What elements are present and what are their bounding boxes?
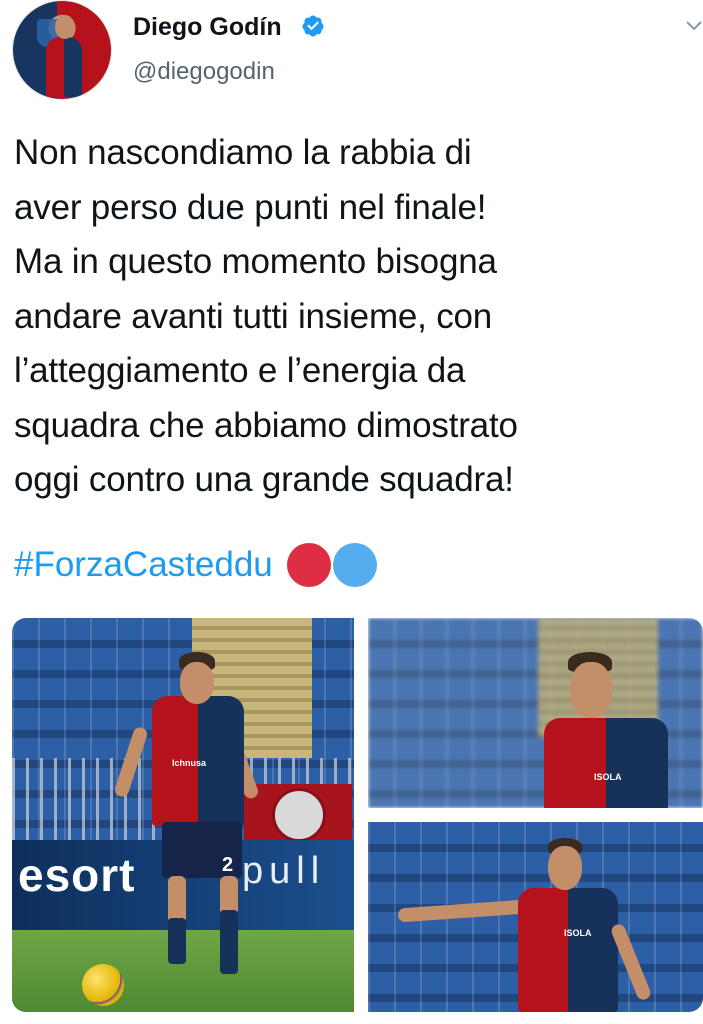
- blue-circle-emoji-icon: [332, 543, 377, 587]
- player-jersey: [544, 718, 668, 808]
- player-head: [180, 662, 214, 704]
- jersey-sponsor: Ichnusa: [172, 758, 207, 768]
- ad-text: esort: [18, 849, 136, 901]
- verified-badge-icon: [302, 15, 324, 37]
- photo-player-pointing[interactable]: ISOLA: [368, 822, 703, 1012]
- club-crest-icon: [272, 788, 326, 842]
- avatar[interactable]: [12, 0, 112, 100]
- hashtag-link[interactable]: #ForzaCasteddu: [14, 541, 273, 589]
- chevron-down-icon[interactable]: [684, 16, 703, 36]
- red-circle-emoji-icon: [286, 543, 331, 587]
- ad-text-2: pull: [242, 850, 326, 892]
- player-head: [548, 846, 582, 890]
- display-name[interactable]: Diego Godín: [133, 10, 282, 44]
- photo-player-portrait[interactable]: ISOLA: [368, 618, 703, 808]
- jersey-sponsor: ISOLA: [594, 772, 622, 782]
- player-leg: [168, 876, 186, 924]
- tweet-text: Non nascondiamo la rabbia di aver perso …: [14, 133, 518, 499]
- player-sock: [168, 918, 186, 964]
- shirt-number: 2: [222, 854, 234, 876]
- tweet-header: Diego Godín @diegogodin: [0, 0, 703, 110]
- hashtag-row: #ForzaCasteddu: [14, 540, 377, 590]
- media-grid: esort pull Ichnusa 2 ISOLA ISOLA: [12, 618, 703, 1012]
- player-jersey: [518, 888, 618, 1012]
- avatar-jersey: [46, 37, 82, 97]
- football-icon: [82, 964, 124, 1006]
- player-head: [570, 662, 612, 718]
- user-handle[interactable]: @diegogodin: [133, 56, 275, 88]
- jersey-sponsor: ISOLA: [564, 928, 592, 938]
- photo-player-dribbling[interactable]: esort pull Ichnusa 2: [12, 618, 354, 1012]
- avatar-head: [55, 15, 75, 39]
- player-sock: [220, 910, 238, 974]
